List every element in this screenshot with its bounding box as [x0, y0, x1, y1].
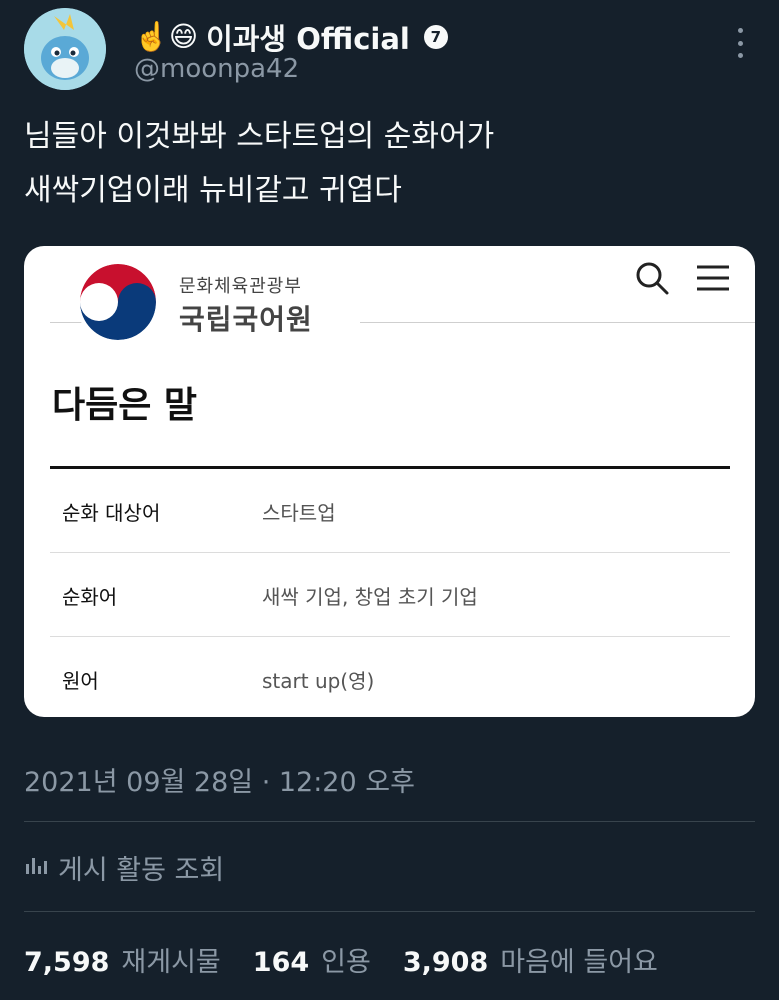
tweet-text: 님들아 이것봐봐 스타트업의 순화어가 새싹기업이래 뉴비같고 귀엽다 — [24, 110, 754, 218]
page-title: 다듬은 말 — [52, 385, 198, 426]
retweet-count[interactable]: 7,598 — [24, 947, 109, 978]
ministry-name: 문화체육관광부 — [179, 276, 302, 297]
government-emblem-icon — [76, 260, 160, 344]
row-value: start up(영) — [262, 669, 375, 693]
engagement-stats: 7,598 재게시물 164 인용 3,908 마음에 들어요 — [24, 940, 678, 979]
like-label[interactable]: 마음에 들어요 — [500, 940, 658, 979]
display-name[interactable]: 이과생 Official — [206, 16, 410, 58]
retweet-label[interactable]: 재게시물 — [121, 940, 220, 979]
name-row[interactable]: ☝️😄 이과생 Official 7 — [134, 16, 448, 58]
user-handle[interactable]: @moonpa42 — [134, 54, 299, 84]
divider — [24, 911, 755, 912]
like-count[interactable]: 3,908 — [403, 947, 488, 978]
institute-name: 국립국어원 — [179, 303, 313, 336]
quote-label[interactable]: 인용 — [321, 940, 371, 979]
table-row: 순화 대상어 스타트업 — [50, 469, 730, 553]
view-activity[interactable]: 게시 활동 조회 — [24, 848, 224, 887]
table-row: 원어 start up(영) — [50, 637, 730, 717]
table-row: 순화어 새싹 기업, 창업 초기 기업 — [50, 553, 730, 637]
badge-icon: 7 — [423, 25, 448, 49]
search-icon — [634, 260, 670, 296]
header-divider — [360, 322, 755, 323]
divider — [24, 821, 755, 822]
emoji-prefix: ☝️😄 — [134, 20, 199, 53]
tweet-header: ☝️😄 이과생 Official 7 @moonpa42 — [24, 8, 755, 92]
row-label: 순화 대상어 — [62, 501, 161, 525]
views-label: 게시 활동 조회 — [58, 855, 225, 886]
row-value: 스타트업 — [262, 501, 336, 525]
row-label: 원어 — [62, 669, 99, 693]
quote-count[interactable]: 164 — [253, 947, 309, 978]
tweet-line-1: 님들아 이것봐봐 스타트업의 순화어가 — [24, 119, 495, 154]
tweet-line-2: 새싹기업이래 뉴비같고 귀엽다 — [24, 173, 402, 208]
attached-image[interactable]: 문화체육관광부 국립국어원 다듬은 말 순화 대상어 스타트업 순화어 새싹 기… — [24, 246, 755, 717]
row-value: 새싹 기업, 창업 초기 기업 — [262, 585, 478, 609]
avatar[interactable] — [24, 8, 106, 90]
more-options-icon[interactable] — [733, 28, 747, 58]
hamburger-menu-icon — [696, 264, 730, 292]
tweet-timestamp[interactable]: 2021년 09월 28일 · 12:20 오후 — [24, 760, 415, 799]
row-label: 순화어 — [62, 585, 118, 609]
analytics-icon — [24, 852, 48, 883]
